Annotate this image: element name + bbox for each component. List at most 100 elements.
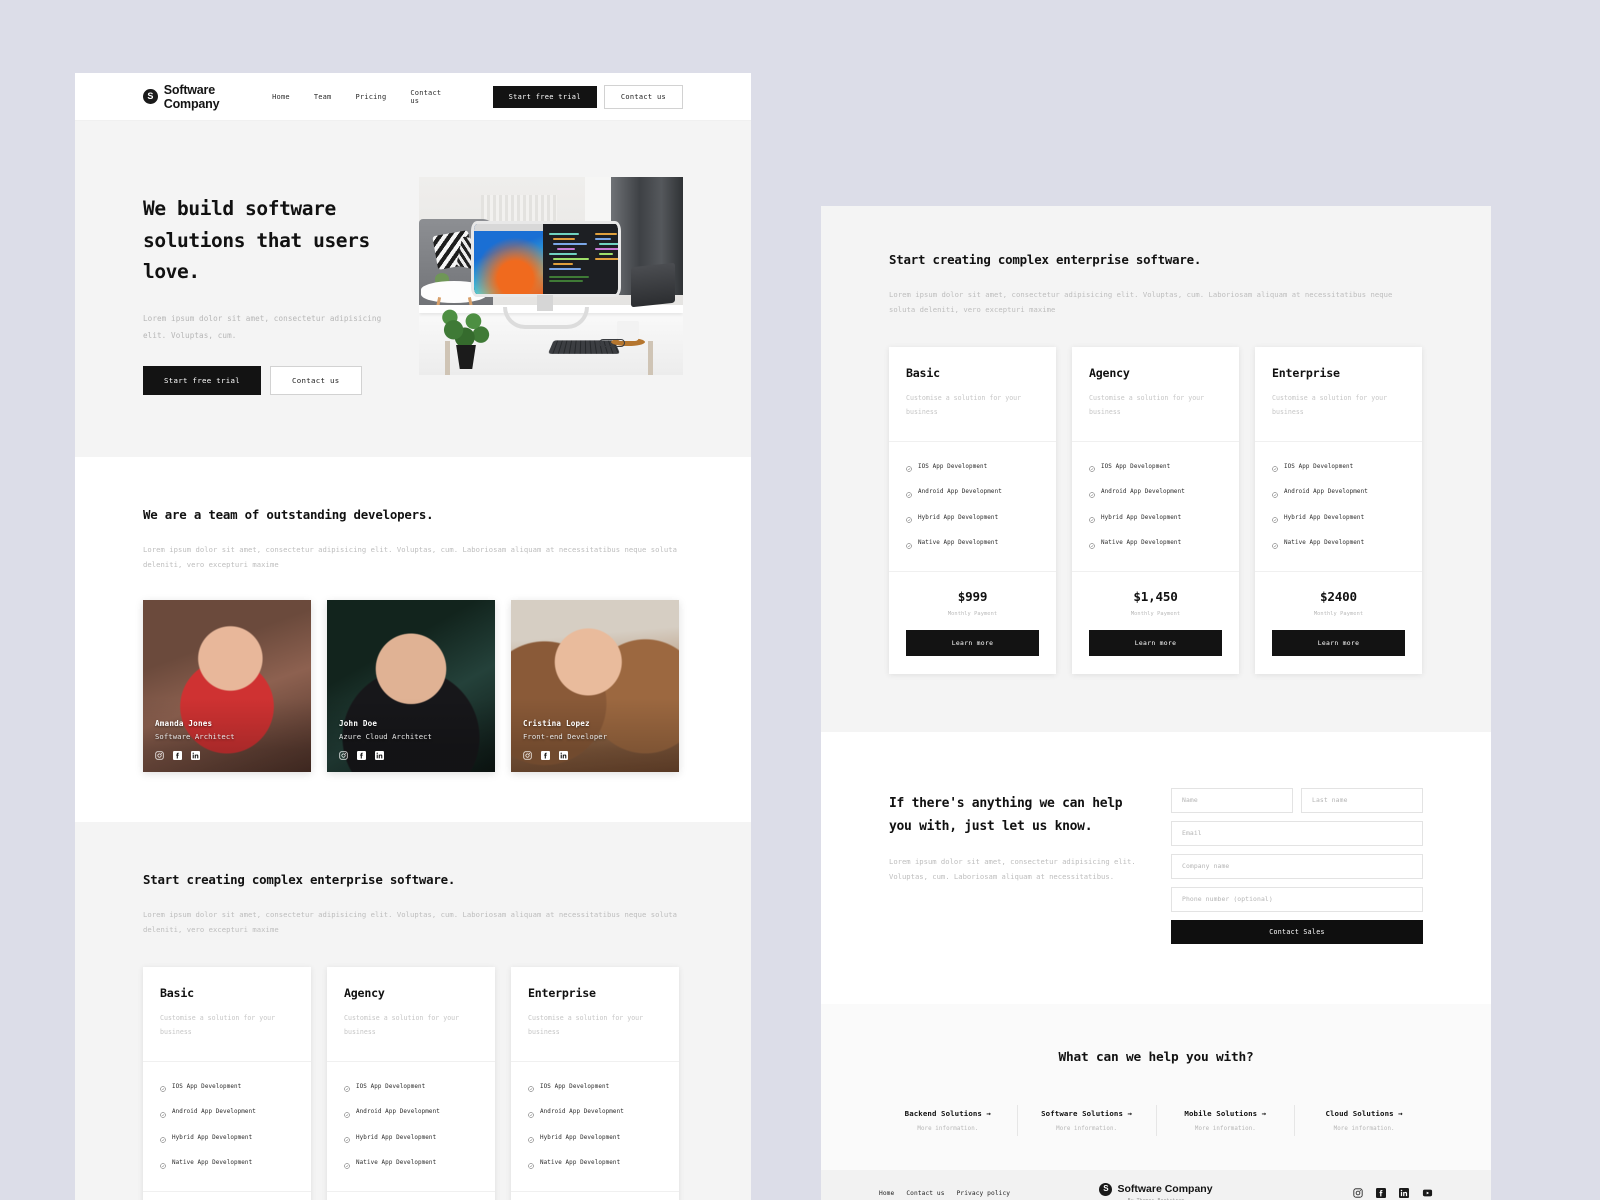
footer-link-contact-us[interactable]: Contact us bbox=[906, 1190, 944, 1197]
help-column-software: Software Solutions → More information. bbox=[1016, 1104, 1156, 1136]
team-card[interactable]: Amanda Jones Software Architect bbox=[143, 600, 311, 773]
plan-description: Customise a solution for your business bbox=[1089, 394, 1205, 416]
facebook-icon[interactable] bbox=[1376, 1188, 1386, 1199]
plan-features: IOS App Development Android App Developm… bbox=[1072, 441, 1239, 571]
team-card[interactable]: John Doe Azure Cloud Architect bbox=[327, 600, 495, 773]
check-circle-icon bbox=[344, 1077, 350, 1096]
team-member-name: Cristina Lopez bbox=[523, 719, 590, 729]
check-circle-icon bbox=[528, 1103, 534, 1122]
pricing-card-agency: Agency Customise a solution for your bus… bbox=[1072, 347, 1239, 674]
pricing-section: Start creating complex enterprise softwa… bbox=[75, 822, 751, 1200]
plan-feature: Native App Development bbox=[344, 1154, 478, 1173]
plan-feature: IOS App Development bbox=[1089, 457, 1222, 476]
footer-link-privacy-policy[interactable]: Privacy policy bbox=[957, 1190, 1011, 1197]
instagram-icon[interactable] bbox=[339, 751, 348, 760]
youtube-icon[interactable] bbox=[1422, 1188, 1433, 1198]
footer-link-home[interactable]: Home bbox=[879, 1190, 894, 1197]
brand-logo[interactable]: S Software Company bbox=[143, 83, 272, 111]
pricing-card-basic: Basic Customise a solution for your busi… bbox=[143, 967, 311, 1200]
hero-subtitle: Lorem ipsum dolor sit amet, consectetur … bbox=[143, 313, 382, 340]
hero-start-free-trial-button[interactable]: Start free trial bbox=[143, 365, 261, 395]
team-member-meta: John Doe Azure Cloud Architect bbox=[339, 719, 432, 761]
instagram-icon[interactable] bbox=[1353, 1188, 1363, 1198]
check-circle-icon bbox=[344, 1154, 350, 1173]
plan-feature: IOS App Development bbox=[160, 1077, 294, 1096]
plan-description: Customise a solution for your business bbox=[528, 1014, 644, 1036]
cloud-solutions-link[interactable]: Cloud Solutions → bbox=[1301, 1109, 1427, 1118]
plan-feature: Native App Development bbox=[528, 1154, 662, 1173]
linkedin-icon[interactable] bbox=[375, 751, 384, 761]
team-grid: Amanda Jones Software Architect John Doe bbox=[143, 600, 683, 773]
help-note: More information. bbox=[917, 1125, 979, 1132]
facebook-icon[interactable] bbox=[541, 751, 550, 761]
plan-feature: Android App Development bbox=[528, 1103, 662, 1122]
plan-period: Monthly Payment bbox=[1130, 610, 1181, 617]
nav-link-home[interactable]: Home bbox=[272, 93, 290, 101]
plan-feature: IOS App Development bbox=[1272, 457, 1405, 476]
help-note: More information. bbox=[1056, 1125, 1118, 1132]
instagram-icon[interactable] bbox=[523, 751, 532, 760]
software-solutions-link[interactable]: Software Solutions → bbox=[1024, 1109, 1150, 1118]
team-member-role: Azure Cloud Architect bbox=[339, 732, 432, 742]
pricing-title-2: Start creating complex enterprise softwa… bbox=[889, 252, 1202, 267]
plan-feature: Android App Development bbox=[1089, 483, 1222, 502]
plan-name: Basic bbox=[160, 986, 194, 1001]
nav-buttons: Start free trial Contact us bbox=[492, 84, 683, 109]
nav-links: Home Team Pricing Contact us Start free … bbox=[272, 84, 683, 109]
nav-contact-us-button[interactable]: Contact us bbox=[603, 84, 683, 109]
plan-feature: Hybrid App Development bbox=[1089, 508, 1222, 527]
company-name-field[interactable]: Company name bbox=[1171, 853, 1423, 879]
check-circle-icon bbox=[528, 1128, 534, 1147]
page-preview-left: S Software Company Home Team Pricing Con… bbox=[75, 73, 751, 1200]
pricing-section-2: Start creating complex enterprise softwa… bbox=[821, 206, 1491, 732]
check-circle-icon bbox=[160, 1154, 166, 1173]
learn-more-button[interactable]: Learn more bbox=[1272, 629, 1405, 656]
phone-number-field[interactable]: Phone number (optional) bbox=[1171, 886, 1423, 912]
check-circle-icon bbox=[528, 1077, 534, 1096]
contact-title: If there's anything we can help you with… bbox=[889, 795, 1123, 834]
instagram-icon[interactable] bbox=[155, 751, 164, 760]
contact-sales-button[interactable]: Contact Sales bbox=[1171, 919, 1423, 944]
hero-contact-us-button[interactable]: Contact us bbox=[270, 365, 362, 395]
facebook-icon[interactable] bbox=[357, 751, 366, 761]
brand-mark-icon: S bbox=[143, 89, 158, 104]
plan-price: $1,450 bbox=[1133, 588, 1178, 604]
backend-solutions-link[interactable]: Backend Solutions → bbox=[885, 1109, 1011, 1118]
linkedin-icon[interactable] bbox=[559, 751, 568, 761]
mobile-solutions-link[interactable]: Mobile Solutions → bbox=[1163, 1109, 1289, 1118]
check-circle-icon bbox=[344, 1128, 350, 1147]
plan-feature: Hybrid App Development bbox=[528, 1128, 662, 1147]
nav-link-contact-us[interactable]: Contact us bbox=[410, 89, 448, 105]
check-circle-icon bbox=[344, 1103, 350, 1122]
team-member-name: Amanda Jones bbox=[155, 719, 213, 729]
pricing-subtitle: Lorem ipsum dolor sit amet, consectetur … bbox=[143, 910, 678, 935]
pricing-grid: Basic Customise a solution for your busi… bbox=[143, 967, 683, 1200]
plan-feature: IOS App Development bbox=[528, 1077, 662, 1096]
plan-period: Monthly Payment bbox=[947, 610, 998, 617]
plan-feature: Native App Development bbox=[160, 1154, 294, 1173]
check-circle-icon bbox=[906, 508, 912, 527]
nav-link-pricing[interactable]: Pricing bbox=[355, 93, 386, 101]
team-member-role: Front-end Developer bbox=[523, 732, 608, 742]
footer-social-links bbox=[1233, 1188, 1433, 1199]
plan-features: IOS App Development Android App Developm… bbox=[1255, 441, 1422, 571]
help-column-backend: Backend Solutions → More information. bbox=[879, 1105, 1017, 1136]
nav-link-team[interactable]: Team bbox=[314, 93, 332, 101]
nav-start-free-trial-button[interactable]: Start free trial bbox=[492, 85, 597, 108]
plan-feature: Android App Development bbox=[906, 483, 1039, 502]
brand-name: Software Company bbox=[163, 82, 220, 111]
linkedin-icon[interactable] bbox=[1399, 1188, 1409, 1199]
email-field[interactable]: Email bbox=[1171, 820, 1423, 846]
linkedin-icon[interactable] bbox=[191, 751, 200, 761]
facebook-icon[interactable] bbox=[173, 751, 182, 761]
hero-title: We build software solutions that users l… bbox=[143, 197, 370, 284]
learn-more-button[interactable]: Learn more bbox=[906, 629, 1039, 656]
coffee-mug-icon bbox=[617, 321, 639, 341]
desk-photo-composition bbox=[419, 177, 683, 375]
last-name-field[interactable]: Last name bbox=[1301, 787, 1423, 813]
learn-more-button[interactable]: Learn more bbox=[1089, 629, 1222, 656]
name-field[interactable]: Name bbox=[1171, 787, 1293, 813]
team-card[interactable]: Cristina Lopez Front-end Developer bbox=[511, 600, 679, 773]
page-preview-right: Start creating complex enterprise softwa… bbox=[821, 206, 1491, 1200]
check-circle-icon bbox=[1272, 483, 1278, 502]
